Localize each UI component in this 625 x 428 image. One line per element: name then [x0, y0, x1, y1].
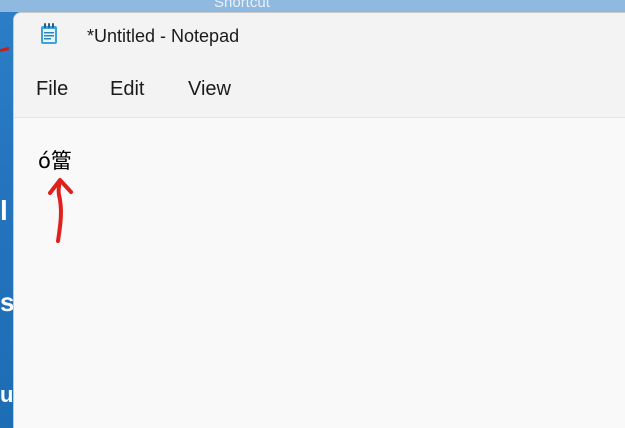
notepad-window[interactable]: *Untitled - Notepad File Edit View ó簹	[13, 12, 625, 428]
menu-file[interactable]: File	[36, 78, 68, 101]
red-up-arrow-icon	[48, 175, 80, 252]
notepad-icon	[40, 23, 58, 45]
desktop-edge-glyph-3: u	[0, 382, 14, 407]
text-editor-area[interactable]: ó簹	[14, 118, 625, 428]
desktop-shortcut-label[interactable]: Shortcut	[214, 0, 270, 11]
editor-content[interactable]: ó簹	[38, 145, 72, 175]
menu-bar: File Edit View	[14, 59, 625, 118]
menu-view[interactable]: View	[188, 78, 231, 101]
desktop-red-mark	[0, 47, 11, 58]
menu-edit[interactable]: Edit	[110, 78, 144, 101]
window-title: *Untitled - Notepad	[87, 26, 240, 46]
desktop-top-strip	[0, 0, 625, 12]
title-bar[interactable]: *Untitled - Notepad	[14, 13, 625, 59]
desktop-edge-glyph-1: l	[0, 195, 8, 226]
